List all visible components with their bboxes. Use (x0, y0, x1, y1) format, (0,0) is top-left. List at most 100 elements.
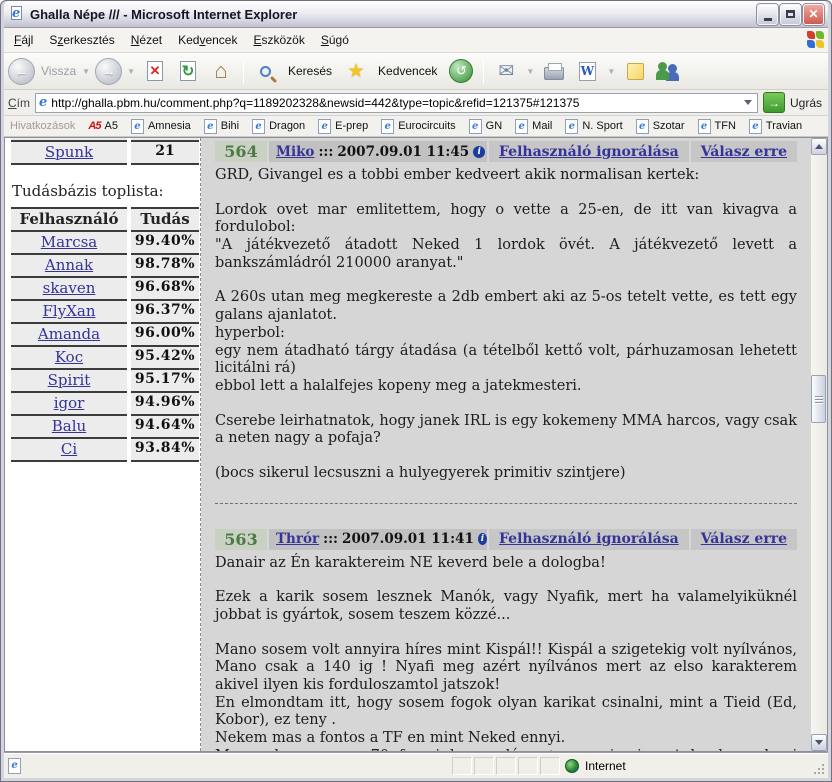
status-cell (496, 757, 516, 775)
zone-label: Internet (585, 759, 626, 773)
ie-page-icon: e (515, 119, 528, 134)
info-icon[interactable]: i (473, 146, 485, 158)
history-icon: ↺ (449, 59, 473, 83)
ignore-user-cell: Felhasználó ignorálása (489, 141, 689, 162)
note-icon (627, 63, 644, 80)
mail-button[interactable]: ✉ (491, 56, 521, 86)
history-button[interactable]: ↺ (446, 56, 476, 86)
user-link[interactable]: Balu (52, 417, 86, 435)
a5-favicon: A5 (88, 120, 100, 132)
address-url[interactable]: http://ghalla.pbm.hu/comment.php?q=11892… (51, 96, 737, 110)
refresh-button[interactable]: ↻ (173, 56, 203, 86)
author-link[interactable]: Thrór (276, 531, 319, 547)
knowledge-value: 96.00% (131, 324, 199, 347)
scroll-up-button[interactable] (811, 138, 827, 155)
menu-favorites[interactable]: Kedvencek (170, 29, 245, 51)
user-link[interactable]: Annak (45, 256, 93, 274)
ignore-user-link[interactable]: Felhasználó ignorálása (499, 531, 679, 547)
chevron-down-icon (815, 740, 823, 745)
links-bar-label: Hivatkozások (10, 120, 75, 132)
forum-post: 563 Thrór ::: 2007.09.01 11:41 i Felhasz… (215, 529, 797, 751)
resize-grip[interactable] (812, 762, 826, 776)
print-button[interactable] (539, 56, 569, 86)
search-label[interactable]: Keresés (288, 64, 332, 78)
address-label: Cím (8, 96, 30, 110)
menu-edit[interactable]: Szerkesztés (41, 29, 122, 51)
search-button[interactable] (251, 56, 281, 86)
edit-word-button[interactable]: W (572, 56, 602, 86)
post-timestamp: 2007.09.01 11:45 (337, 144, 469, 160)
refresh-icon: ↻ (180, 61, 196, 81)
status-cell (540, 757, 560, 775)
toplist-heading: Tudásbázis toplista: (12, 182, 200, 200)
links-bar-item-szotar[interactable]: eSzotar (636, 119, 685, 134)
post-body: GRD, Givangel es a tobbi ember kedveert … (215, 167, 797, 483)
links-bar-item-amnesia[interactable]: eAmnesia (131, 119, 191, 134)
user-link[interactable]: igor (54, 394, 85, 412)
links-bar-item-dragon[interactable]: eDragon (252, 119, 305, 134)
post-paragraph: Cserebe leirhatnatok, hogy janek IRL is … (215, 413, 797, 448)
favorites-button[interactable]: ★ (341, 56, 371, 86)
search-icon (260, 66, 271, 77)
forward-button[interactable]: → (95, 58, 122, 85)
links-bar-item-bihi[interactable]: eBihi (204, 119, 239, 134)
menu-help[interactable]: Súgó (313, 29, 357, 51)
vertical-scrollbar[interactable] (810, 138, 827, 751)
scrollbar-thumb[interactable] (811, 375, 826, 423)
knowledge-value: 96.68% (131, 278, 199, 301)
user-link[interactable]: FlyXan (43, 302, 96, 320)
home-button[interactable]: ⌂ (206, 56, 236, 86)
toplist-row: Spirit 95.17% (11, 370, 200, 393)
address-dropdown-button[interactable] (741, 95, 755, 111)
user-link[interactable]: Marcsa (41, 233, 98, 251)
go-button[interactable]: → (763, 92, 785, 113)
author-link[interactable]: Miko (276, 144, 314, 160)
links-bar-item-travian[interactable]: eTravian (749, 119, 802, 134)
window-title: Ghalla Népe /// - Microsoft Internet Exp… (30, 7, 755, 22)
back-dropdown-icon[interactable]: ▼ (82, 67, 90, 76)
close-button[interactable]: ✕ (803, 4, 824, 25)
back-button[interactable]: ← (8, 58, 35, 85)
menu-file[interactable]: Fájl (6, 29, 41, 51)
go-label[interactable]: Ugrás (790, 96, 822, 110)
forward-dropdown-icon[interactable]: ▼ (127, 67, 135, 76)
user-link[interactable]: Spirit (48, 371, 91, 389)
links-bar-item-nsport[interactable]: eN. Sport (565, 119, 622, 134)
info-icon[interactable]: i (478, 533, 487, 545)
chevron-up-icon (815, 144, 823, 149)
user-link-spunk[interactable]: Spunk (45, 143, 93, 161)
reply-link[interactable]: Válasz erre (701, 531, 787, 547)
links-bar-item-mail[interactable]: eMail (515, 119, 552, 134)
favorites-label[interactable]: Kedvencek (378, 64, 437, 78)
links-bar-item-gn[interactable]: eGN (469, 119, 503, 134)
links-bar-item-a5[interactable]: A5A5 (88, 120, 118, 132)
mail-icon: ✉ (498, 62, 514, 81)
links-bar-item-eurocircuits[interactable]: eEurocircuits (381, 119, 455, 134)
user-link[interactable]: Ci (61, 440, 77, 458)
user-link[interactable]: skaven (43, 279, 96, 297)
status-cell (452, 757, 472, 775)
ignore-user-link[interactable]: Felhasználó ignorálása (499, 144, 679, 160)
user-link[interactable]: Koc (55, 348, 83, 366)
maximize-button[interactable] (780, 4, 801, 25)
messenger-button[interactable] (653, 56, 683, 86)
menu-tools[interactable]: Eszközök (245, 29, 312, 51)
knowledge-value: 98.78% (131, 255, 199, 278)
post-paragraph: Ezek a karik sosem lesznek Manók, vagy N… (215, 589, 797, 624)
reply-link[interactable]: Válasz erre (701, 144, 787, 160)
user-link[interactable]: Amanda (38, 325, 100, 343)
status-cell (474, 757, 494, 775)
minimize-button[interactable] (757, 4, 778, 25)
star-icon: ★ (347, 62, 364, 81)
mail-dropdown-icon[interactable]: ▼ (526, 67, 534, 76)
discuss-button[interactable] (620, 56, 650, 86)
menu-view[interactable]: Nézet (123, 29, 170, 51)
knowledge-value: 96.37% (131, 301, 199, 324)
edit-dropdown-icon[interactable]: ▼ (607, 67, 615, 76)
links-bar-item-eprep[interactable]: eE-prep (318, 119, 368, 134)
address-input[interactable]: e http://ghalla.pbm.hu/comment.php?q=118… (35, 93, 758, 113)
scrollbar-track[interactable] (811, 155, 827, 734)
scroll-down-button[interactable] (811, 734, 827, 751)
links-bar-item-tfn[interactable]: eTFN (698, 119, 736, 134)
stop-button[interactable]: ✕ (140, 56, 170, 86)
